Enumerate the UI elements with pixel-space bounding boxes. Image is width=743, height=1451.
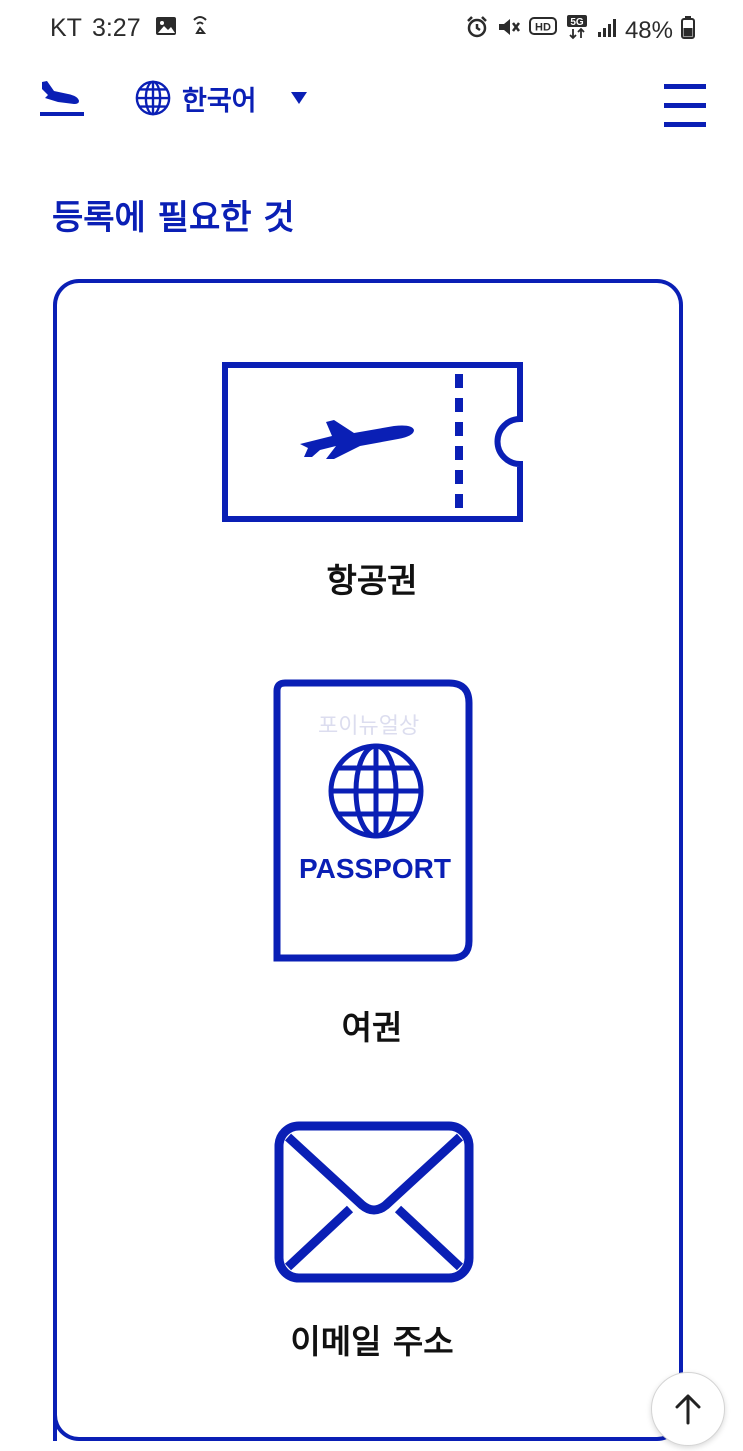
boarding-pass-icon [222,362,523,522]
status-bar: KT 3:27 HD 5G 48% [0,0,743,62]
signal-icon [597,17,617,45]
hd-icon: HD [528,16,557,45]
battery-icon [681,15,695,46]
card-bottom-edge [53,1410,683,1441]
plane-departure-icon [40,81,84,116]
item-label-passport: 여권 [341,1008,403,1047]
arrow-up-icon [675,1394,701,1425]
site-header: 한국어 [0,62,743,140]
network-badge-text: 5G [570,17,584,28]
home-logo-button[interactable] [38,74,86,122]
carrier-label: KT [50,14,82,42]
menu-line [664,103,706,108]
alarm-icon [465,15,489,46]
5g-icon: 5G [565,14,589,47]
item-label-ticket: 항공권 [326,561,418,600]
battery-percent: 48% [624,16,673,44]
page-title: 등록에 필요한 것 [52,198,295,238]
envelope-icon [274,1121,474,1283]
hd-badge-text: HD [535,22,551,34]
hamburger-menu-button[interactable] [664,84,706,130]
chevron-down-icon [290,92,307,104]
watermark-text: 포이뉴얼상 [318,714,420,739]
language-selector[interactable]: 한국어 [134,76,307,120]
gallery-icon [155,14,177,43]
globe-icon [135,80,171,116]
item-label-email: 이메일 주소 [290,1322,454,1361]
wifi-calling-icon [191,14,209,43]
clock: 3:27 [91,14,141,42]
mute-icon [497,16,521,45]
passport-icon-text: PASSPORT [299,853,451,884]
scroll-to-top-button[interactable] [651,1372,725,1446]
language-label: 한국어 [182,85,257,117]
menu-line [664,122,706,127]
requirements-card: 항공권 PASSPORT 여권 이메일 주소 [53,279,683,1441]
hamburger-menu-icon [664,84,706,89]
